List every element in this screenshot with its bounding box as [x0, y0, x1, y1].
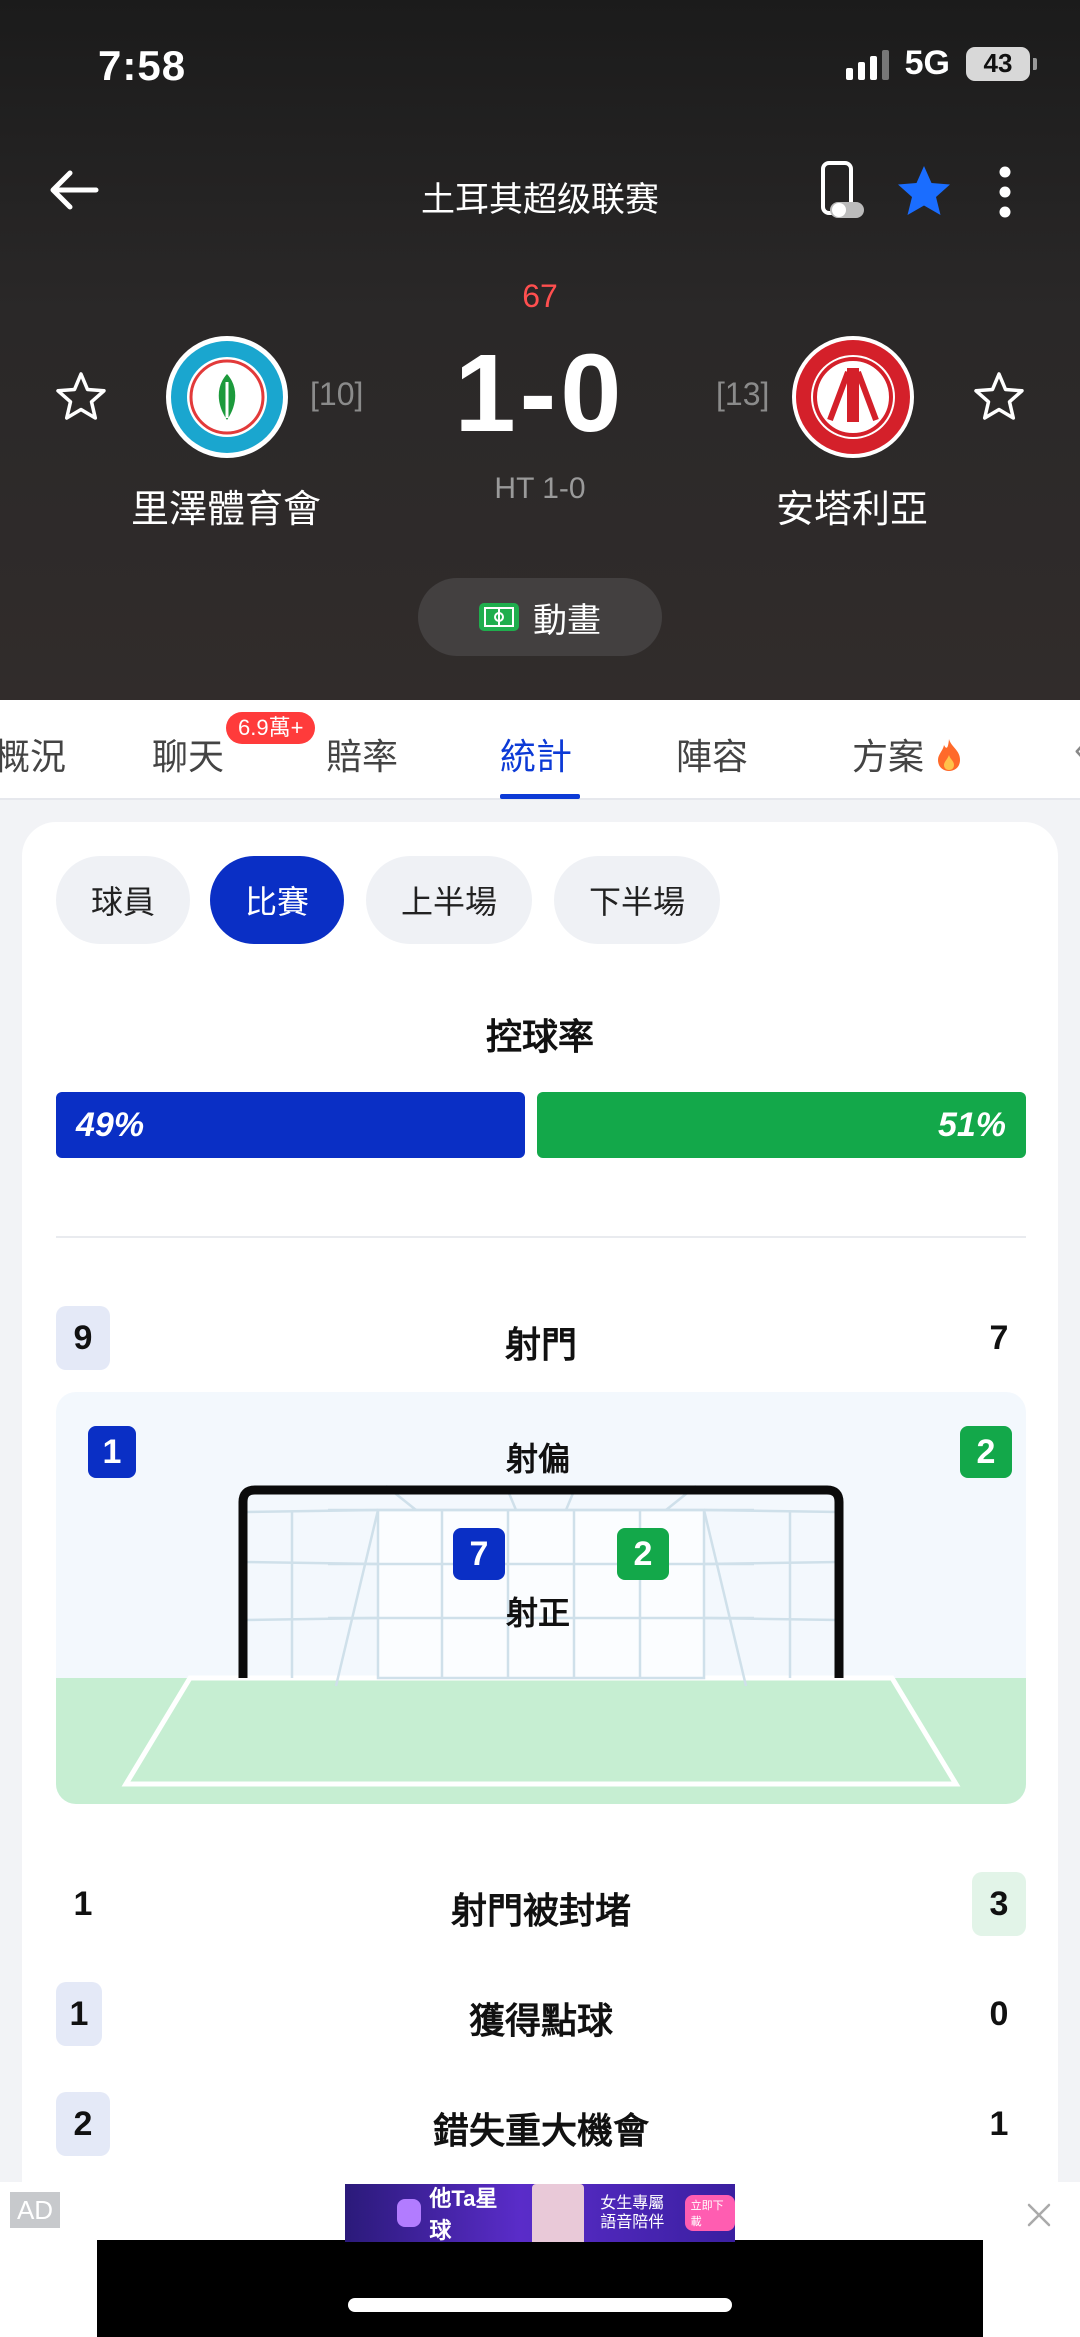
stat-row-penalties: 1 獲得點球 0	[56, 1982, 1026, 2046]
battery-icon: 43	[966, 46, 1037, 81]
segment-second-half[interactable]: 下半場	[554, 856, 720, 944]
match-minute: 67	[522, 278, 558, 314]
ad-video-area[interactable]	[97, 2240, 983, 2337]
favorite-star-icon[interactable]	[895, 163, 953, 219]
stat-row-big-chances: 2 錯失重大機會 1	[56, 2092, 1026, 2156]
possession-home-bar: 49%	[56, 1092, 525, 1158]
big-chances-label: 錯失重大機會	[432, 2110, 649, 2151]
stat-row-blocked: 1 射門被封堵 3	[56, 1872, 1026, 1936]
ad-banner-button[interactable]: 立即下載	[684, 2195, 735, 2231]
match-score: 1-0	[454, 332, 626, 455]
ad-label: AD	[10, 2192, 60, 2228]
on-target-home: 7	[453, 1528, 505, 1580]
off-target-label: 射偏	[506, 1441, 571, 1477]
divider	[56, 1236, 1026, 1238]
ad-bar: AD 他Ta星球 女生專屬語音陪伴 立即下載	[0, 2182, 1080, 2337]
penalties-away: 0	[989, 1994, 1009, 2033]
shots-pitch-graphic: 1 射偏 2 7 2 射正	[56, 1392, 1026, 1804]
home-team-rank: [10]	[310, 376, 364, 412]
home-team-logo[interactable]	[164, 334, 290, 460]
network-label: 5G	[904, 44, 950, 82]
ad-close-icon[interactable]	[1024, 2200, 1054, 2230]
segment-players[interactable]: 球員	[56, 856, 190, 944]
on-target-label: 射正	[506, 1595, 571, 1631]
match-page: 7:58 5G 43 土耳其超级联赛 67 1-0 HT 1-0 [10] 里澤…	[0, 0, 1080, 2337]
ad-banner[interactable]: 他Ta星球 女生專屬語音陪伴 立即下載	[345, 2184, 735, 2243]
on-target-away: 2	[617, 1528, 669, 1580]
status-time: 7:58	[98, 42, 187, 89]
big-chances-away: 1	[989, 2104, 1009, 2143]
home-team-name[interactable]: 里澤體育會	[76, 478, 376, 533]
pitch-icon	[479, 603, 519, 631]
shots-label: 射門	[504, 1324, 577, 1365]
ad-banner-text: 女生專屬語音陪伴	[600, 2195, 665, 2231]
fire-icon	[938, 739, 961, 771]
status-indicators: 5G 43	[845, 44, 1037, 83]
away-team-name[interactable]: 安塔利亞	[702, 478, 1002, 533]
segment-first-half[interactable]: 上半場	[366, 856, 532, 944]
tab-odds[interactable]: 賠率	[326, 728, 398, 780]
tab-overview[interactable]: 概況	[0, 728, 66, 780]
possession-home-value: 49%	[76, 1105, 145, 1144]
follow-away-star-icon[interactable]	[972, 370, 1026, 422]
off-target-away: 2	[960, 1426, 1012, 1478]
tab-chat[interactable]: 聊天	[152, 728, 224, 780]
off-target-home: 1	[88, 1426, 136, 1478]
tab-tips-label: 方案	[852, 736, 925, 777]
animation-button[interactable]: 動畫	[418, 578, 662, 656]
animation-label: 動畫	[533, 601, 601, 640]
tab-stats[interactable]: 統計	[500, 728, 572, 780]
away-team-rank: [13]	[716, 376, 770, 412]
stats-card: 球員 比賽 上半場 下半場 控球率 49% 51% 9 射門 7 1 射偏 2 …	[22, 822, 1058, 2322]
follow-home-star-icon[interactable]	[54, 370, 108, 422]
possession-away-value: 51%	[937, 1105, 1006, 1144]
tab-bar: 概況 聊天 6.9萬+ 賠率 統計 陣容 方案 ‹	[0, 700, 1080, 800]
shots-away: 7	[989, 1318, 1009, 1357]
more-options-icon[interactable]	[988, 163, 1022, 221]
away-team-logo[interactable]	[790, 334, 916, 460]
segment-match[interactable]: 比賽	[210, 856, 344, 944]
tab-lineup[interactable]: 陣容	[676, 728, 748, 780]
blocked-label: 射門被封堵	[450, 1890, 631, 1931]
active-tab-indicator	[500, 794, 580, 799]
ad-app-icon	[397, 2199, 422, 2227]
ad-avatar	[531, 2184, 585, 2242]
match-header: 7:58 5G 43 土耳其超级联赛 67 1-0 HT 1-0 [10] 里澤…	[0, 0, 1080, 700]
ad-banner-title: 他Ta星球	[429, 2186, 498, 2243]
penalties-label: 獲得點球	[468, 2000, 613, 2041]
chat-count-badge: 6.9萬+	[226, 712, 316, 744]
possession-title: 控球率	[485, 1016, 594, 1057]
home-indicator[interactable]	[348, 2298, 732, 2312]
blocked-away: 3	[972, 1872, 1026, 1936]
tab-more-indicator: ‹	[1074, 728, 1080, 770]
signal-icon	[845, 48, 889, 80]
tab-tips[interactable]: 方案	[852, 728, 964, 780]
possession-away-bar: 51%	[537, 1092, 1026, 1158]
phone-toggle-icon[interactable]	[816, 160, 866, 222]
stat-row-shots: 9 射門 7	[56, 1306, 1026, 1370]
